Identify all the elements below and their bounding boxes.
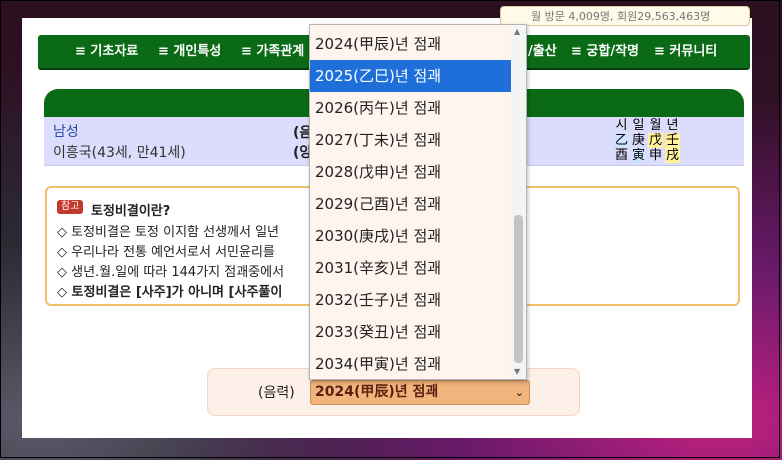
window-frame bbox=[0, 0, 780, 458]
